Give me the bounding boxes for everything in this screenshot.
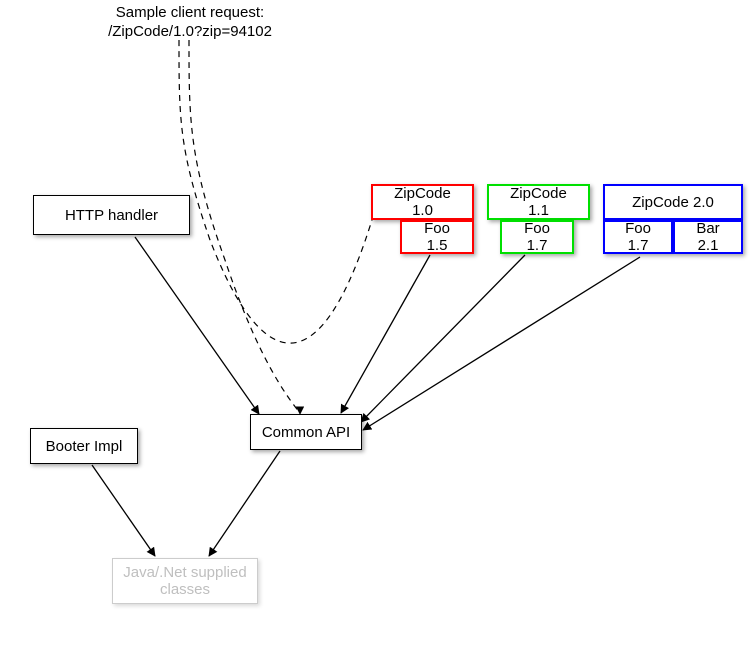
node-zipcode-20-bar-label: Bar 2.1 — [685, 220, 731, 254]
edge-commonapi-to-javanet — [209, 451, 280, 556]
node-zipcode-10-foo: Foo 1.5 — [400, 220, 474, 254]
edge-zip10-to-commonapi — [341, 255, 430, 413]
edge-booter-to-javanet — [92, 465, 155, 556]
node-booter-impl: Booter Impl — [30, 428, 138, 464]
node-common-api-label: Common API — [262, 424, 350, 441]
node-zipcode-20-foo-label: Foo 1.7 — [615, 220, 661, 254]
node-zipcode-20-label: ZipCode 2.0 — [632, 194, 714, 211]
diagram-canvas: Sample client request: /ZipCode/1.0?zip=… — [0, 0, 751, 645]
edge-zip11-to-commonapi — [361, 255, 525, 422]
node-zipcode-10-label: ZipCode 1.0 — [383, 185, 462, 219]
node-booter-impl-label: Booter Impl — [46, 438, 123, 455]
node-zipcode-20: ZipCode 2.0 — [603, 184, 743, 220]
request-caption-line2: /ZipCode/1.0?zip=94102 — [108, 23, 272, 40]
node-java-net-classes-label: Java/.Net supplied classes — [123, 564, 247, 598]
node-zipcode-11-foo-label: Foo 1.7 — [512, 220, 562, 254]
node-java-net-classes: Java/.Net supplied classes — [112, 558, 258, 604]
request-caption: Sample client request: /ZipCode/1.0?zip=… — [90, 4, 290, 42]
node-zipcode-11-label: ZipCode 1.1 — [499, 185, 578, 219]
edge-request-to-commonapi — [189, 40, 300, 414]
request-caption-line1: Sample client request: — [116, 4, 264, 21]
node-zipcode-10: ZipCode 1.0 — [371, 184, 474, 220]
node-zipcode-11-foo: Foo 1.7 — [500, 220, 574, 254]
edge-request-to-zipcode10 — [179, 40, 380, 343]
connectors — [0, 0, 751, 645]
node-http-handler: HTTP handler — [33, 195, 190, 235]
node-http-handler-label: HTTP handler — [65, 207, 158, 224]
node-zipcode-11: ZipCode 1.1 — [487, 184, 590, 220]
edge-zip20-to-commonapi — [363, 257, 640, 430]
node-common-api: Common API — [250, 414, 362, 450]
node-zipcode-20-foo: Foo 1.7 — [603, 220, 673, 254]
edge-http-to-commonapi — [135, 237, 259, 414]
node-zipcode-10-foo-label: Foo 1.5 — [412, 220, 462, 254]
node-zipcode-20-bar: Bar 2.1 — [673, 220, 743, 254]
